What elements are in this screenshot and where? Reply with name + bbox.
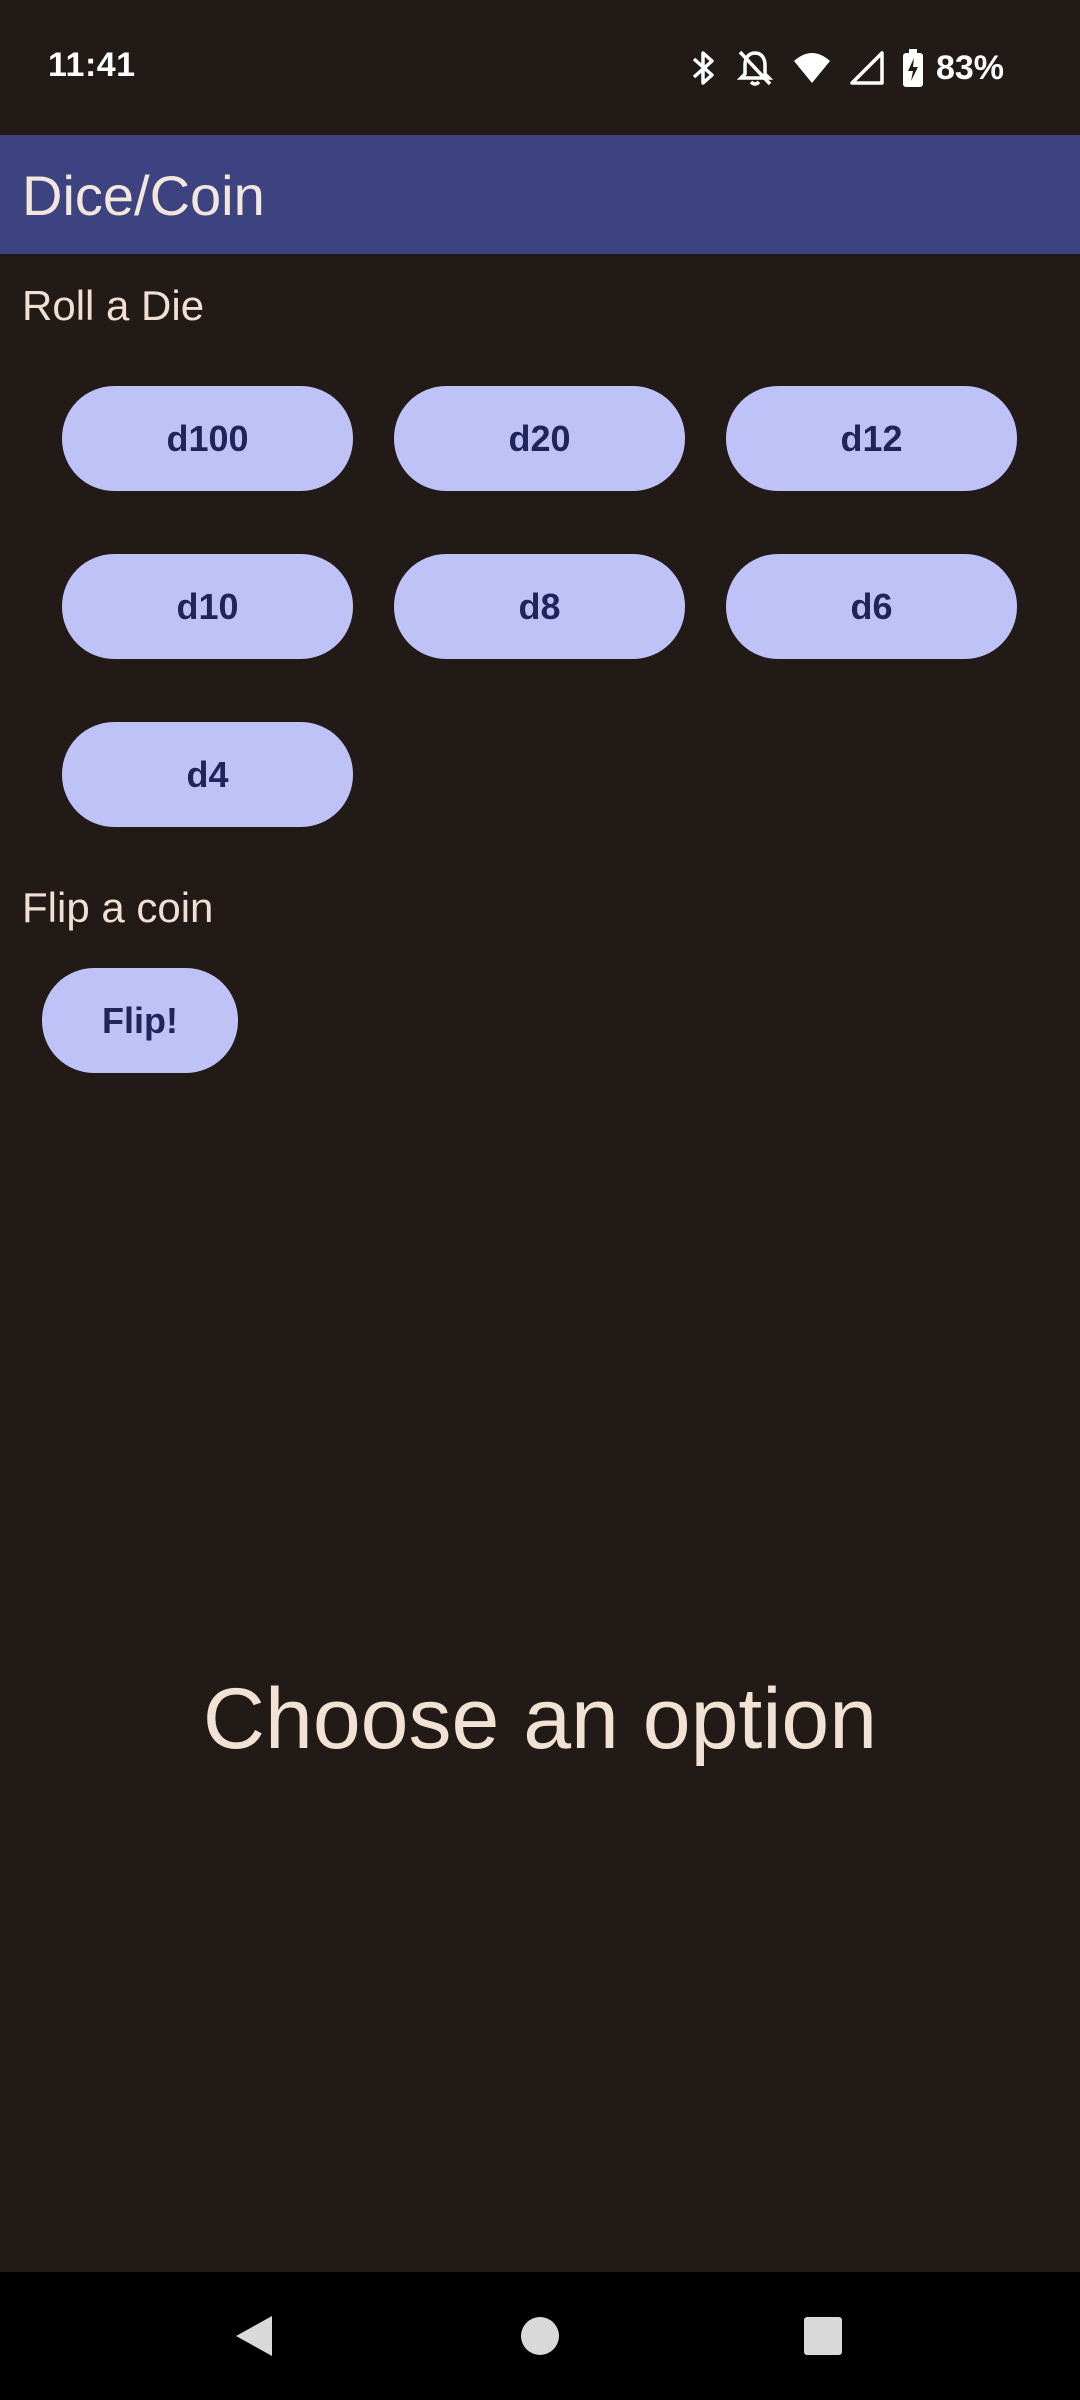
battery-charging-icon: [902, 48, 924, 88]
battery-percentage: 83%: [935, 48, 1004, 87]
notifications-off-icon: [736, 48, 774, 88]
flip-coin-label: Flip a coin: [22, 884, 214, 931]
d6-button[interactable]: d6: [726, 554, 1017, 659]
app-title: Dice/Coin: [22, 164, 265, 227]
bluetooth-icon: [690, 48, 718, 88]
result-text: Choose an option: [202, 1671, 878, 1767]
screen: 11:41 83% Dice/Coin Roll a Die d100 d20 …: [0, 0, 1080, 2400]
d100-button[interactable]: d100: [62, 386, 353, 491]
d10-button[interactable]: d10: [62, 554, 353, 659]
cell-signal-icon: [850, 48, 884, 88]
status-time: 11:41: [48, 46, 136, 84]
navigation-bar: [0, 2272, 1080, 2400]
app-bar: Dice/Coin: [0, 135, 1080, 254]
flip-button[interactable]: Flip!: [42, 968, 238, 1073]
d4-button[interactable]: d4: [62, 722, 353, 827]
back-icon[interactable]: [226, 2308, 282, 2364]
home-icon[interactable]: [512, 2308, 568, 2364]
roll-die-label: Roll a Die: [22, 282, 205, 329]
d8-button[interactable]: d8: [394, 554, 685, 659]
status-icons: 83%: [690, 44, 1004, 92]
recents-icon[interactable]: [795, 2308, 851, 2364]
d12-button[interactable]: d12: [726, 386, 1017, 491]
status-bar: 11:41 83%: [0, 0, 1080, 135]
d20-button[interactable]: d20: [394, 386, 685, 491]
wifi-icon: [792, 48, 832, 88]
